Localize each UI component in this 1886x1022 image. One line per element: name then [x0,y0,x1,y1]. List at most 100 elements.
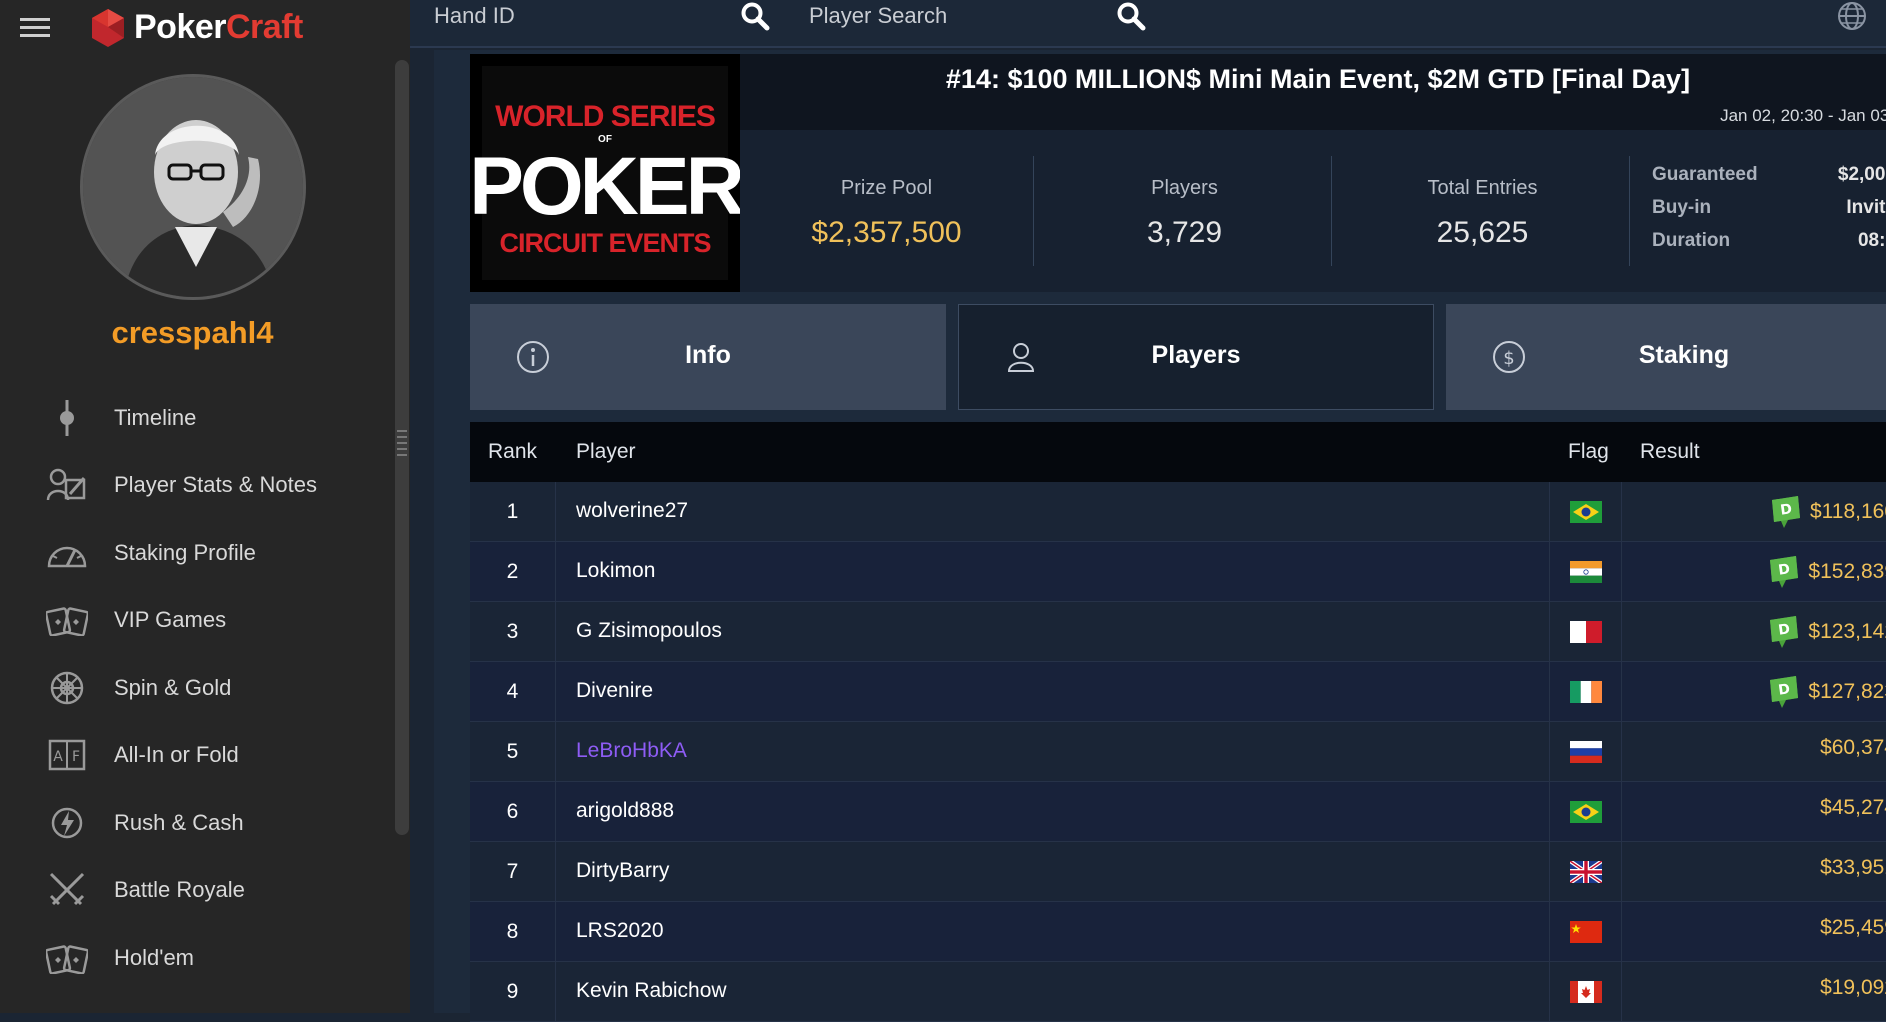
tab-label: Staking [1638,341,1730,369]
column-header-rank[interactable]: Rank [488,440,537,464]
detail-duration: Duration 08:5 [1652,230,1886,262]
result-cell: D $118,160 [1768,496,1886,528]
table-body: 1 wolverine27 D $118,160 2 Lokimon D $15… [470,482,1886,1022]
tab-info[interactable]: Info [470,304,946,410]
table-row[interactable]: 4 Divenire D $127,823 [470,662,1886,722]
sidebar-item-holdem[interactable]: Hold'em [0,924,395,992]
player-name[interactable]: DirtyBarry [576,859,669,883]
rank-cell: 6 [470,782,556,842]
player-name[interactable]: Lokimon [576,559,655,583]
table-row[interactable]: 7 DirtyBarry $33,951 [470,842,1886,902]
title-bar: #14: $100 MILLION$ Mini Main Event, $2M … [740,54,1886,130]
result-cell: $60,374 [1820,736,1886,760]
menu-icon[interactable] [20,18,50,38]
table-row[interactable]: 2 Lokimon D $152,839 [470,542,1886,602]
detail-value: 08:5 [1857,230,1886,251]
tournament-dates: Jan 02, 20:30 - Jan 03, [1720,106,1886,125]
stat-value: 3,729 [1146,216,1223,249]
china-flag-icon [1569,921,1602,943]
tournament-stats: Prize Pool $2,357,500 Players 3,729 Tota… [740,156,1886,266]
stat-players: Players 3,729 [1038,156,1332,266]
player-name[interactable]: arigold888 [576,799,674,823]
player-name[interactable]: LeBroHbKA [576,739,687,763]
player-name[interactable]: wolverine27 [576,499,688,523]
player-search[interactable]: Player Search [809,0,1129,32]
sidebar-item-spin-gold[interactable]: Spin & Gold [0,654,395,722]
rank-cell: 1 [470,482,556,542]
avatar[interactable] [80,74,306,300]
table-row[interactable]: 5 LeBroHbKA $60,374 [470,722,1886,782]
sidebar-nav: Timeline Player Stats & Notes Staking Pr… [0,384,395,992]
table-row[interactable]: 1 wolverine27 D $118,160 [470,482,1886,542]
bounty-icon: D [1770,616,1799,648]
bounty-icon: D [1770,676,1799,708]
stat-label: Prize Pool [840,177,933,199]
column-header-result[interactable]: Result [1640,440,1700,464]
sidebar-item-label: Battle Royale [114,877,245,903]
player-notes-icon [44,465,90,505]
stat-prize-pool: Prize Pool $2,357,500 [740,156,1034,266]
russia-flag-icon [1569,741,1602,763]
tab-label: Players [1151,341,1241,369]
scrollbar-grip[interactable] [397,430,407,470]
player-name[interactable]: G Zisimopoulos [576,619,722,643]
username[interactable]: cresspahl4 [0,315,385,351]
svg-text:A: A [53,749,63,765]
hand-id-input[interactable]: Hand ID [434,3,515,29]
sidebar-item-label: Hold'em [114,944,195,970]
staking-gauge-icon [44,533,90,573]
detail-value: Invita [1846,197,1886,218]
svg-text:D: D [1778,621,1792,638]
search-icon[interactable] [740,1,770,31]
sidebar-item-label: All-In or Fold [114,742,239,768]
india-flag-icon [1569,561,1602,583]
tournament-details: Guaranteed $2,000 Buy-in Invita Duration… [1632,156,1886,266]
sidebar-item-rush-cash[interactable]: Rush & Cash [0,789,395,857]
pokercraft-logo[interactable]: PokerCraft [92,8,303,47]
rank-cell: 3 [470,602,556,662]
result-cell: $25,459 [1820,916,1886,940]
sidebar-item-battle-royale[interactable]: Battle Royale [0,857,395,925]
result-cell: D $127,823 [1766,676,1886,708]
players-table: Rank Player Flag Result 1 wolverine27 D … [470,422,1886,1022]
tab-players[interactable]: Players [958,304,1434,410]
stat-total-entries: Total Entries 25,625 [1336,156,1630,266]
table-row[interactable]: 8 LRS2020 $25,459 [470,902,1886,962]
banner-line2: POKER [470,141,740,232]
table-row[interactable]: 6 arigold888 $45,274 [470,782,1886,842]
detail-key: Duration [1652,230,1731,251]
sidebar-item-all-in-or-fold[interactable]: AF All-In or Fold [0,722,395,790]
player-name[interactable]: LRS2020 [576,919,664,943]
timeline-icon [44,398,90,438]
detail-value: $2,000 [1837,164,1886,185]
search-icon[interactable] [1116,1,1146,31]
column-header-player[interactable]: Player [576,440,636,464]
player-name[interactable]: Divenire [576,679,653,703]
bounty-icon: D [1770,556,1799,588]
sidebar-item-label: Staking Profile [114,539,256,565]
result-cell: $45,274 [1820,796,1886,820]
all-in-fold-icon: AF [44,735,90,775]
column-header-flag[interactable]: Flag [1568,440,1609,464]
rank-cell: 8 [470,902,556,962]
svg-text:D: D [1779,501,1793,518]
player-name[interactable]: Kevin Rabichow [576,979,727,1003]
tab-staking[interactable]: $ Staking [1446,304,1886,410]
result-cell: $19,092 [1820,976,1886,1000]
globe-icon[interactable] [1836,0,1868,32]
hand-id-search[interactable]: Hand ID [434,0,790,32]
table-row[interactable]: 3 G Zisimopoulos D $123,142 [470,602,1886,662]
cards-icon [44,600,90,640]
sidebar-item-player-stats-notes[interactable]: Player Stats & Notes [0,452,395,520]
sidebar-scrollbar[interactable] [395,60,409,835]
table-row[interactable]: 9 Kevin Rabichow $19,092 [470,962,1886,1022]
result-value: $25,459 [1820,916,1886,939]
brazil-flag-icon [1569,801,1602,823]
sidebar-item-staking-profile[interactable]: Staking Profile [0,519,395,587]
sidebar: PokerCraft cresspahl4 Timeline Player St… [0,0,410,1013]
flag-cell [1549,902,1622,962]
player-search-input[interactable]: Player Search [809,3,947,29]
sidebar-item-timeline[interactable]: Timeline [0,384,395,452]
avatar-photo [83,77,303,297]
sidebar-item-vip-games[interactable]: VIP Games [0,587,395,655]
